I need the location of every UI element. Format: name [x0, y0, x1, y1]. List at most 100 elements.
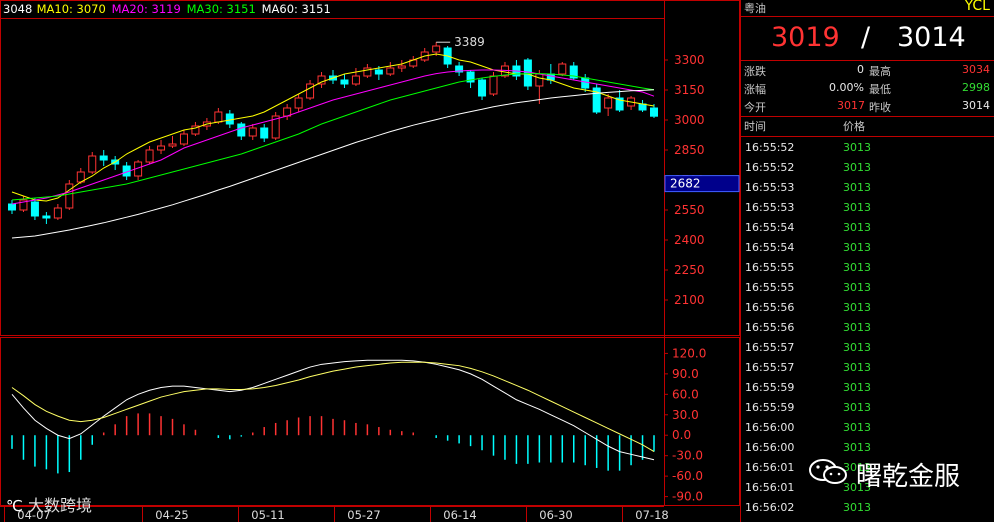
macd-tick-label: -60.0	[672, 469, 703, 483]
low-label: 最低	[869, 83, 891, 96]
candle-body	[351, 75, 360, 85]
tick-price: 3013	[843, 261, 871, 274]
tick-row: 16:55:57 3013	[741, 341, 994, 361]
macd-panel-frame	[0, 337, 740, 506]
macd-tick-label: 90.0	[672, 367, 699, 381]
x-tick-label: 05-11	[251, 508, 284, 522]
candle-body	[340, 79, 349, 85]
change-label: 涨跌	[744, 65, 766, 78]
tick-price: 3013	[843, 141, 871, 154]
kline-chart[interactable]: 3300315030002850270025502400225021003389…	[0, 0, 740, 522]
candle-body	[294, 97, 303, 109]
tick-row: 16:55:55 3013	[741, 281, 994, 301]
y-tick-label: 3000	[674, 113, 705, 127]
x-tick-label: 06-30	[539, 508, 572, 522]
candle-body	[397, 65, 406, 69]
ask-price: 3014	[897, 22, 966, 53]
open-value: 3017	[837, 99, 865, 112]
pct-row: 涨幅 0.00% 最低 2998	[741, 81, 994, 99]
price-header: 价格	[843, 120, 865, 133]
watermark: 曙乾金服	[808, 456, 960, 493]
tick-time: 16:55:54	[745, 221, 795, 234]
tick-row: 16:55:53 3013	[741, 201, 994, 221]
candle-body	[523, 59, 532, 87]
change-value: 0	[857, 63, 864, 76]
macd-tick-label: -30.0	[672, 449, 703, 463]
macd-tick-label: 30.0	[672, 408, 699, 422]
instrument-name: 粤油	[744, 2, 766, 15]
tick-row: 16:56:00 3013	[741, 421, 994, 441]
tick-row: 16:55:53 3013	[741, 181, 994, 201]
tick-row: 16:56:02 3013	[741, 501, 994, 521]
candle-body	[8, 203, 16, 211]
candle-body	[30, 201, 39, 217]
quote-panel: 粤油 YCL 3019 / 3014 涨跌 0 最高 3034 涨幅 0.00%…	[740, 0, 994, 522]
open-row: 今开 3017 昨收 3014	[741, 99, 994, 117]
tick-time: 16:56:00	[745, 441, 795, 454]
price-cursor-label: 2682	[670, 177, 701, 191]
high-value: 3034	[962, 63, 990, 76]
divider	[741, 60, 994, 61]
brand-text: 大数跨境	[27, 496, 92, 515]
tick-row: 16:55:56 3013	[741, 321, 994, 341]
ma-legend-item: MA10: 3070	[37, 2, 106, 16]
main-panel-frame	[0, 0, 740, 336]
tick-time: 16:55:55	[745, 261, 795, 274]
change-row: 涨跌 0 最高 3034	[741, 63, 994, 81]
candle-body	[168, 143, 177, 147]
candle-body	[53, 207, 62, 219]
tick-time: 16:55:57	[745, 361, 795, 374]
tick-time: 16:55:59	[745, 381, 795, 394]
prev-label: 昨收	[869, 101, 891, 114]
tick-price: 3013	[843, 321, 871, 334]
candle-body	[145, 149, 154, 163]
candle-body	[88, 155, 97, 173]
watermark-text: 曙乾金服	[855, 462, 960, 492]
prev-value: 3014	[962, 99, 990, 112]
candle-body	[478, 79, 487, 97]
tick-price: 3013	[843, 441, 871, 454]
ma-legend-item: MA60: 3151	[262, 2, 331, 16]
tick-price: 3013	[843, 281, 871, 294]
candle-body	[42, 215, 51, 219]
candle-body	[65, 183, 74, 209]
candle-body	[558, 63, 567, 75]
tick-price: 3013	[843, 401, 871, 414]
tick-price: 3013	[843, 161, 871, 174]
x-tick-label: 07-18	[635, 508, 668, 522]
y-tick-label: 2100	[674, 293, 705, 307]
y-tick-label: 3150	[674, 83, 705, 97]
pct-value: 0.00%	[829, 81, 864, 94]
candle-body	[535, 73, 544, 87]
candle-body	[99, 155, 108, 161]
tick-time: 16:55:59	[745, 401, 795, 414]
price-separator: /	[861, 22, 871, 53]
tick-price: 3013	[843, 181, 871, 194]
macd-tick-label: 120.0	[672, 346, 706, 360]
ma-line-ma60	[11, 89, 655, 239]
tick-time: 16:55:52	[745, 141, 795, 154]
candle-body	[214, 111, 223, 123]
tick-row: 16:55:52 3013	[741, 161, 994, 181]
low-value: 2998	[962, 81, 990, 94]
candle-body	[225, 113, 234, 125]
divider	[741, 16, 994, 17]
tick-time: 16:55:53	[745, 201, 795, 214]
tick-time: 16:55:56	[745, 321, 795, 334]
tick-price: 3013	[843, 421, 871, 434]
tick-row: 16:55:54 3013	[741, 221, 994, 241]
tick-price: 3013	[843, 201, 871, 214]
candle-body	[248, 127, 257, 137]
candle-body	[432, 45, 441, 53]
bid-price: 3019	[771, 22, 840, 53]
chart-area: 3300315030002850270025502400225021003389…	[0, 0, 740, 522]
ma-legend-item: MA30: 3151	[187, 2, 256, 16]
candle-body	[157, 145, 166, 151]
x-tick-label: 04-25	[155, 508, 188, 522]
high-label: 最高	[869, 65, 891, 78]
tick-time: 16:55:52	[745, 161, 795, 174]
tick-row: 16:55:54 3013	[741, 241, 994, 261]
candle-body	[489, 75, 498, 95]
ma-line-ma20	[11, 69, 655, 205]
ma-legend-item: MA20: 3119	[112, 2, 181, 16]
